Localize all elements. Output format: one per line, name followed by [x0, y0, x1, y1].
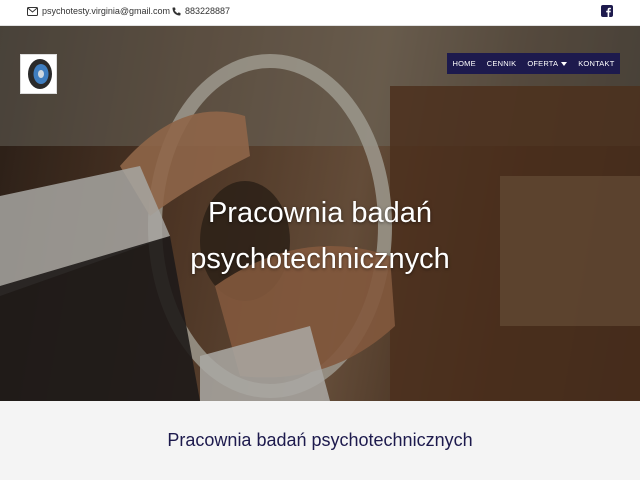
nav-kontakt[interactable]: KONTAKT: [578, 59, 614, 68]
section-title: Pracownia badań psychotechnicznych: [167, 430, 473, 450]
site-logo[interactable]: [20, 54, 57, 94]
nav-cennik[interactable]: CENNIK: [487, 59, 517, 68]
hero-banner: HOME CENNIK OFERTA KONTAKT Pracownia bad…: [0, 26, 640, 401]
nav-home[interactable]: HOME: [452, 59, 475, 68]
phone-contact[interactable]: 883228887: [172, 6, 230, 16]
facebook-icon[interactable]: [601, 5, 613, 17]
hero-title: Pracownia badań psychotechnicznych: [140, 190, 500, 282]
email-text[interactable]: psychotesty.virginia@gmail.com: [42, 6, 170, 16]
hero-title-line-1: Pracownia badań: [207, 197, 433, 229]
phone-icon: [172, 7, 181, 15]
hero-title-line-2: psychotechnicznych: [190, 243, 450, 275]
intro-section: Pracownia badań psychotechnicznych: [0, 401, 640, 480]
phone-text[interactable]: 883228887: [185, 6, 230, 16]
top-bar: psychotesty.virginia@gmail.com 883228887: [0, 0, 640, 26]
chevron-down-icon: [561, 61, 568, 66]
email-contact[interactable]: psychotesty.virginia@gmail.com: [27, 6, 170, 16]
main-nav: HOME CENNIK OFERTA KONTAKT: [447, 53, 620, 74]
nav-oferta-label: OFERTA: [527, 59, 559, 68]
tire-logo-icon: [27, 59, 52, 89]
nav-oferta[interactable]: OFERTA: [527, 59, 568, 68]
envelope-icon: [27, 6, 38, 16]
